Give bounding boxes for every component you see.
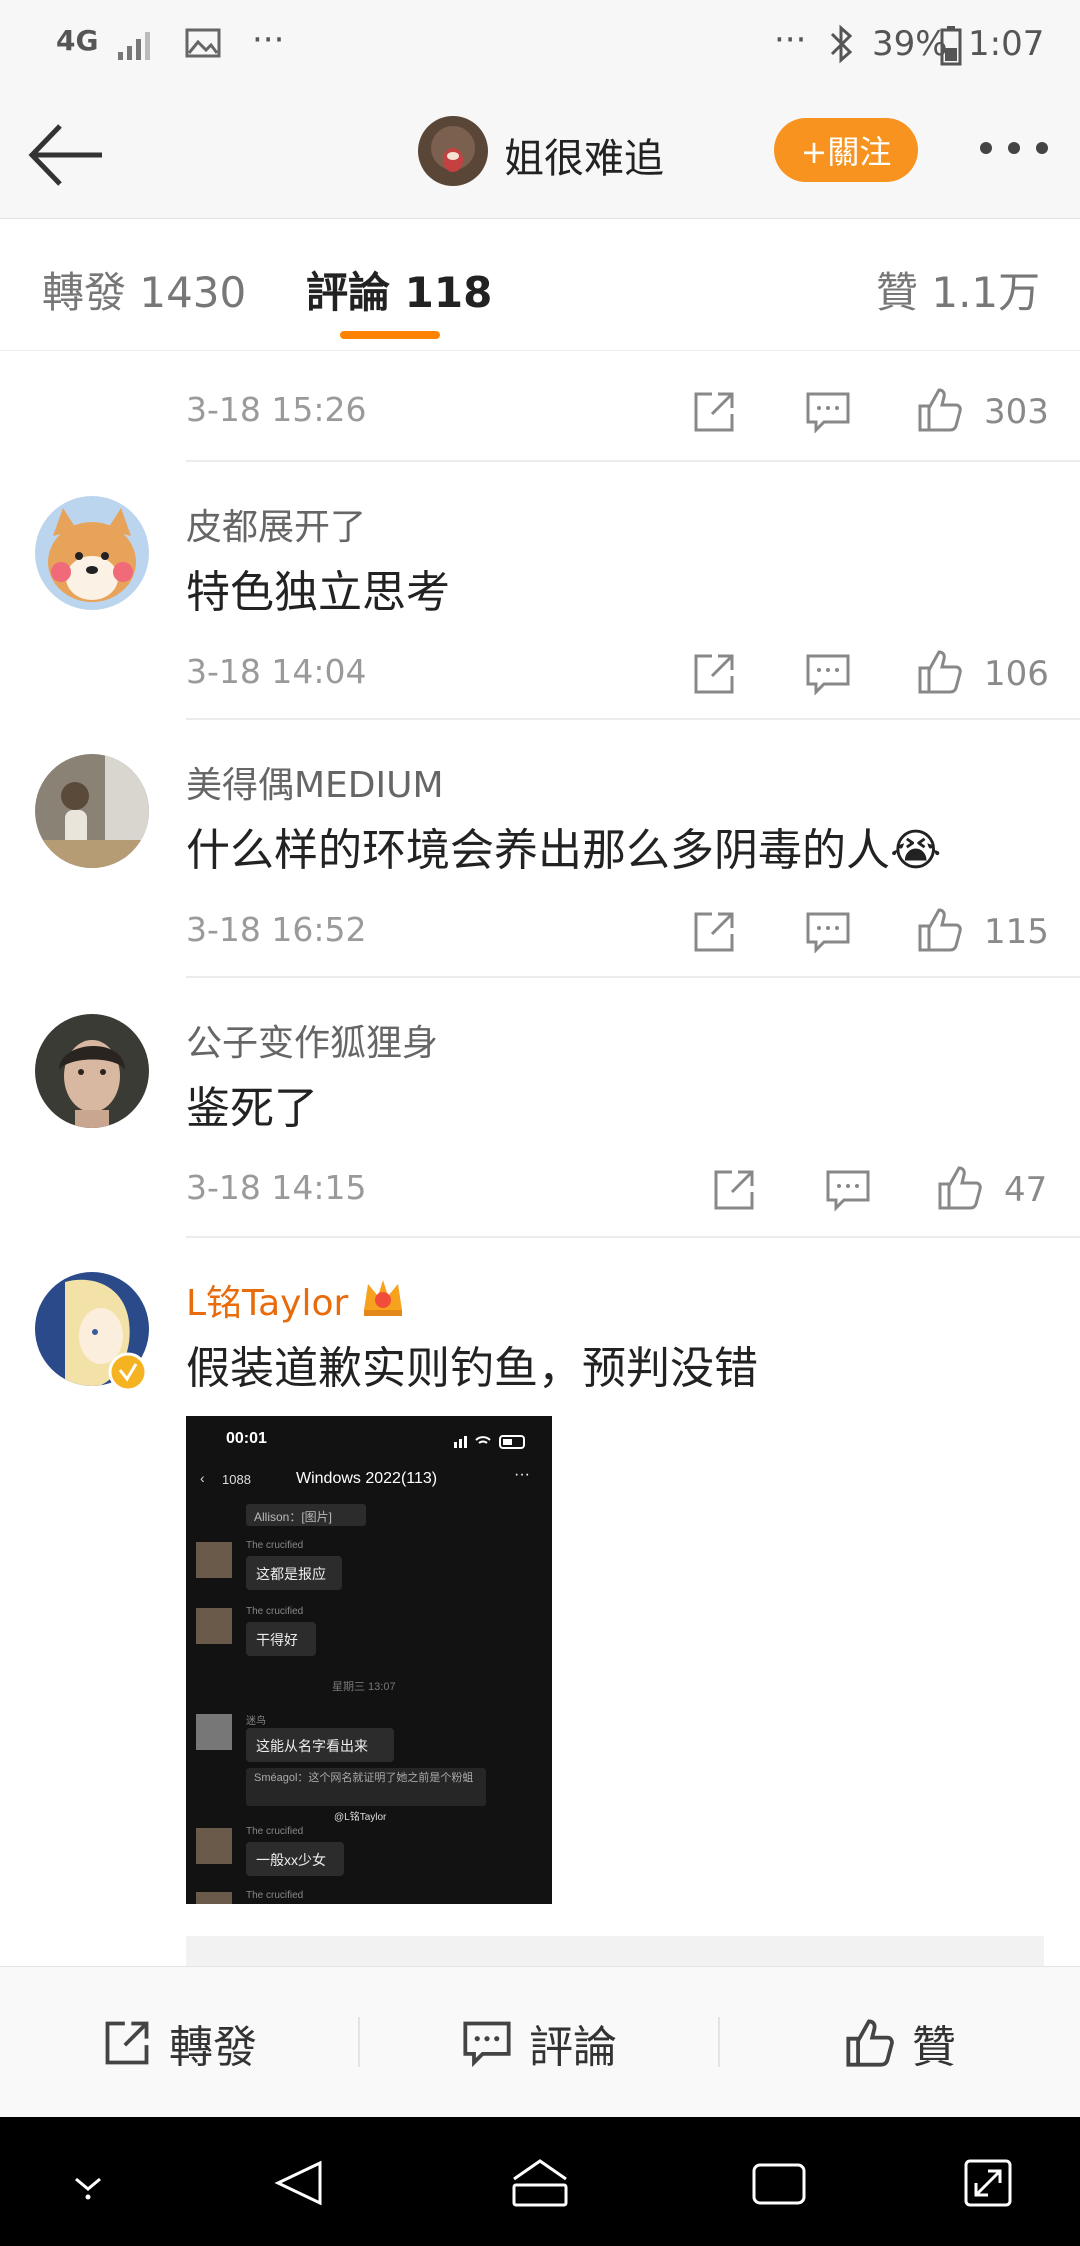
tab-bar: 轉發 1430 評論 118 贊 1.1万 <box>0 219 1080 351</box>
repost-icon[interactable] <box>690 650 738 698</box>
comment-icon[interactable] <box>804 388 852 436</box>
bluetooth-icon <box>830 24 853 64</box>
commenter-name[interactable]: 公子变作狐狸身 <box>186 1014 438 1066</box>
status-bar: 4G ··· ··· 39% 1:07 <box>0 0 1080 92</box>
commenter-avatar[interactable] <box>35 1014 149 1128</box>
recent-apps-icon[interactable] <box>750 2161 808 2207</box>
comment-time: 3-18 14:15 <box>186 1168 367 1207</box>
comment-icon <box>463 2021 511 2067</box>
repost-icon <box>105 2021 149 2064</box>
sub-reply-box[interactable] <box>186 1936 1044 1966</box>
image-msg: 一般xx少女 <box>256 1852 326 1868</box>
image-back-icon: ‹ <box>200 1470 205 1486</box>
expand-icon[interactable] <box>962 2157 1014 2209</box>
image-msg: 干得好 <box>256 1632 298 1648</box>
image-msg: 这能从名字看出来 <box>256 1738 368 1754</box>
comment-icon[interactable] <box>824 1166 872 1214</box>
image-back-count: 1088 <box>222 1472 251 1487</box>
image-status-icons <box>454 1435 525 1449</box>
image-msg: 这都是报应 <box>256 1566 326 1582</box>
follow-button[interactable]: +關注 <box>774 118 918 182</box>
back-nav-icon[interactable] <box>272 2157 328 2209</box>
signal-icon <box>118 32 150 60</box>
image-more-icon: ··· <box>514 1466 530 1483</box>
image-msg-sender: The crucified <box>246 1890 304 1901</box>
image-msg-quote: Sméagol：这个网名就证明了她之前是个粉蛆 <box>254 1772 474 1784</box>
comment-icon[interactable] <box>804 908 852 956</box>
commenter-avatar[interactable] <box>35 754 149 868</box>
comment-image[interactable]: 00:01 ‹ 1088 Windows 2022(113) ··· Allis… <box>186 1416 552 1904</box>
hide-keyboard-icon[interactable] <box>64 2163 112 2203</box>
comment-item: L铭Taylor 假装道歉实则钓鱼，预判没错 00:01 ‹ 1088 Wind… <box>0 1238 1080 1966</box>
commenter-name-vip[interactable]: L铭Taylor <box>186 1274 348 1326</box>
tab-repost[interactable]: 轉發 1430 <box>42 259 246 320</box>
like-count: 303 <box>984 392 1049 432</box>
like-label: 贊 <box>912 2021 956 2073</box>
repost-button[interactable]: 轉發 <box>0 1967 358 2118</box>
image-msg-sender: The crucified <box>246 1540 304 1551</box>
comment-text: 特色独立思考 <box>186 567 450 618</box>
bottom-action-bar: 轉發 評論 贊 <box>0 1966 1080 2118</box>
comment-item: 皮都展开了 特色独立思考 3-18 14:04 106 <box>0 462 1080 720</box>
comment-item-partial: 3-18 15:26 303 <box>0 350 1080 460</box>
more-status-icon: ··· <box>774 20 807 60</box>
comment-text: 假装道歉实则钓鱼，预判没错 <box>186 1343 758 1394</box>
comment-time: 3-18 16:52 <box>186 910 367 949</box>
active-tab-indicator <box>340 331 440 339</box>
comment-button[interactable]: 評論 <box>360 1967 718 2118</box>
crown-badge-icon <box>364 1280 402 1316</box>
commenter-avatar[interactable] <box>35 496 149 610</box>
battery-percent: 39% <box>872 24 948 64</box>
comment-time: 3-18 14:04 <box>186 652 367 691</box>
like-icon[interactable] <box>916 906 964 954</box>
battery-icon <box>940 26 962 66</box>
poster-avatar[interactable] <box>418 116 488 186</box>
image-chat-title: Windows 2022(113) <box>296 1470 438 1487</box>
comment-icon[interactable] <box>804 650 852 698</box>
like-icon[interactable] <box>916 648 964 696</box>
comment-text: 什么样的环境会养出那么多阴毒的人😭 <box>186 825 942 876</box>
tab-comments[interactable]: 評論 118 <box>306 259 492 320</box>
more-options-icon[interactable] <box>976 138 1066 158</box>
top-bar: 姐很难追 +關注 <box>0 92 1080 219</box>
comment-label: 評論 <box>529 2021 617 2073</box>
comment-item: 公子变作狐狸身 鉴死了 3-18 14:15 47 <box>0 978 1080 1236</box>
like-count: 106 <box>984 654 1049 694</box>
repost-label: 轉發 <box>169 2021 257 2073</box>
like-button[interactable]: 贊 <box>720 1967 1080 2118</box>
poster-username[interactable]: 姐很难追 <box>504 126 664 184</box>
home-nav-icon[interactable] <box>508 2157 572 2209</box>
like-icon <box>846 2018 894 2067</box>
back-arrow-icon[interactable] <box>26 122 106 188</box>
clock: 1:07 <box>968 24 1045 64</box>
image-msg-sender: The crucified <box>246 1826 304 1837</box>
comment-item: 美得偶MEDIUM 什么样的环境会养出那么多阴毒的人😭 3-18 16:52 1… <box>0 720 1080 978</box>
repost-icon[interactable] <box>690 388 738 436</box>
comment-text: 鉴死了 <box>186 1083 318 1134</box>
like-count: 47 <box>1004 1170 1048 1210</box>
verified-badge-icon <box>108 1352 148 1392</box>
image-icon <box>185 28 221 58</box>
more-notifications-icon: ··· <box>252 20 285 60</box>
like-icon[interactable] <box>936 1164 984 1212</box>
tab-likes[interactable]: 贊 1.1万 <box>876 259 1040 320</box>
repost-icon[interactable] <box>710 1166 758 1214</box>
commenter-name[interactable]: 皮都展开了 <box>186 498 366 550</box>
image-timestamp: 星期三 13:07 <box>332 1681 396 1693</box>
system-nav-bar <box>0 2117 1080 2246</box>
like-icon[interactable] <box>916 386 964 434</box>
comment-time: 3-18 15:26 <box>186 390 367 429</box>
commenter-name[interactable]: 美得偶MEDIUM <box>186 756 444 808</box>
image-msg: Allison：[图片] <box>254 1510 333 1524</box>
image-msg-sender: The crucified <box>246 1606 304 1617</box>
image-watermark: @L铭Taylor <box>334 1812 387 1823</box>
image-status-time: 00:01 <box>226 1430 267 1447</box>
repost-icon[interactable] <box>690 908 738 956</box>
image-msg-sender: 迷鸟 <box>246 1716 266 1727</box>
like-count: 115 <box>984 912 1049 952</box>
network-indicator: 4G <box>56 24 99 57</box>
